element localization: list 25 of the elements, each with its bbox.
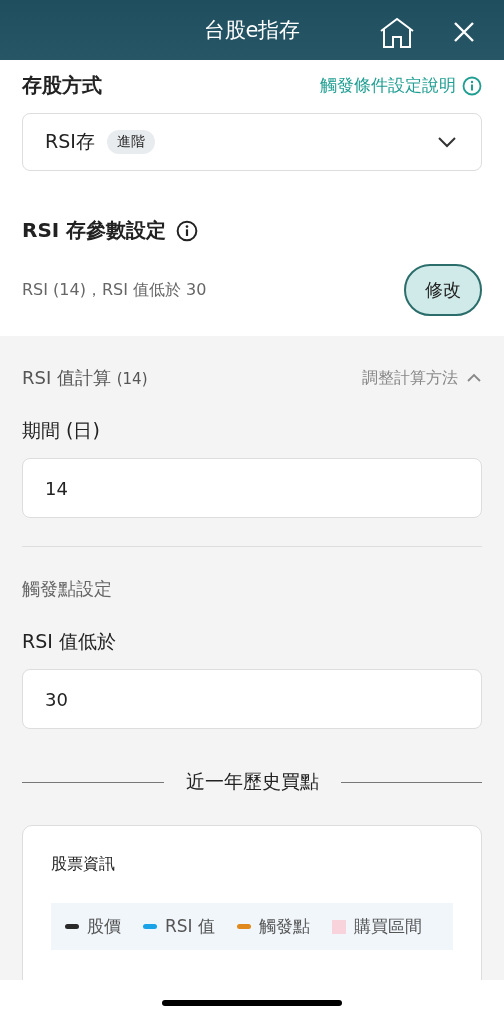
page-title: 台股e指存: [203, 17, 301, 44]
history-heading: 近一年歷史買點: [185, 769, 319, 794]
period-field[interactable]: 14: [22, 458, 482, 518]
parameter-summary: RSI (14)，RSI 值低於 30: [22, 279, 207, 301]
section-title: RSI 存參數設定: [22, 217, 167, 244]
legend-label: 購買區間: [354, 915, 423, 938]
section-title: 存股方式: [22, 72, 102, 99]
field-label: RSI 值低於: [22, 629, 117, 654]
calc-title: RSI 值計算 (14): [22, 366, 148, 390]
home-icon[interactable]: [379, 17, 415, 49]
info-icon[interactable]: [176, 219, 199, 242]
field-label: 期間 (日): [22, 418, 101, 443]
close-icon[interactable]: [453, 21, 475, 43]
threshold-field[interactable]: 30: [22, 669, 482, 729]
edit-button[interactable]: 修改: [404, 264, 482, 316]
chevron-icon: [466, 373, 482, 383]
legend-label: 觸發點: [259, 915, 311, 938]
chevron-down-icon: [437, 136, 457, 148]
legend-label: 股價: [87, 915, 121, 938]
legend-label: RSI 值: [165, 915, 216, 938]
subsection-title: 觸發點設定: [22, 577, 113, 601]
method-dropdown[interactable]: RSI存 進階: [22, 113, 482, 171]
info-icon: [462, 75, 482, 96]
card-title: 股票資訊: [51, 854, 116, 875]
level-tag: 進階: [106, 130, 155, 154]
